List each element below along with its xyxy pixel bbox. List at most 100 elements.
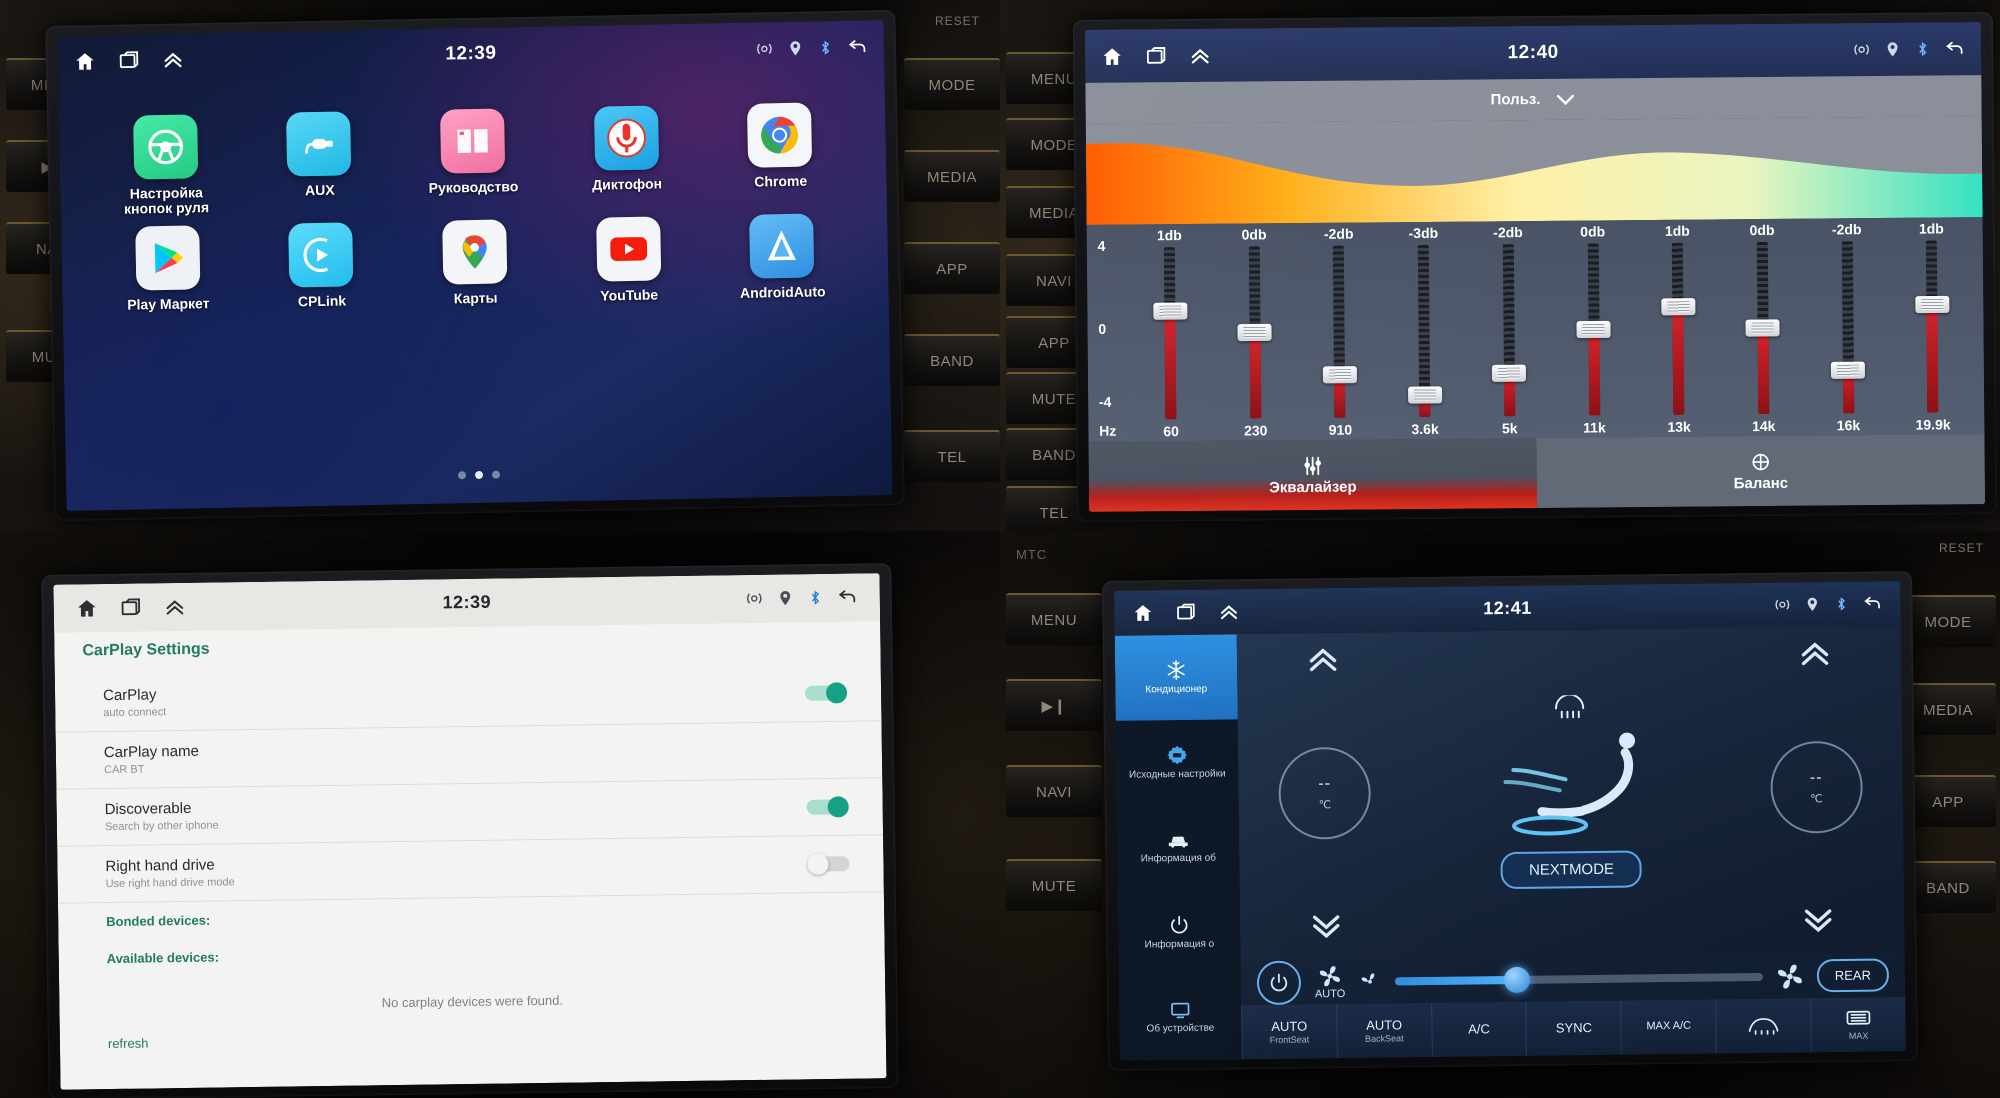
hw-button-mute[interactable]: MUTE: [1006, 859, 1102, 911]
eq-band-knob[interactable]: [1660, 298, 1696, 316]
recents-icon[interactable]: [1145, 45, 1167, 67]
chevron-up-icon[interactable]: [1189, 44, 1211, 66]
eq-band-60[interactable]: 1db 60: [1127, 224, 1214, 442]
wifi-radar-icon[interactable]: [1773, 596, 1791, 614]
page-dot-active[interactable]: [474, 471, 484, 480]
app-android-auto[interactable]: AndroidAuto: [705, 213, 860, 303]
eq-band-5k[interactable]: -2db 5k: [1466, 221, 1553, 439]
nextmode-button[interactable]: NEXTMODE: [1500, 850, 1643, 889]
hw-button-navi[interactable]: NAVI: [1006, 765, 1102, 817]
app-manual[interactable]: Руководство: [395, 107, 551, 212]
eq-band-track[interactable]: [1660, 242, 1696, 415]
side-item-initial-settings[interactable]: Исходные настройки: [1116, 719, 1239, 806]
back-icon[interactable]: [847, 36, 868, 57]
toggle-carplay[interactable]: [804, 682, 848, 704]
eq-band-knob[interactable]: [1914, 296, 1950, 314]
eq-band-track[interactable]: [1576, 243, 1611, 416]
button-auto-back[interactable]: AUTO BackSeat: [1335, 1002, 1432, 1059]
recents-icon[interactable]: [118, 50, 140, 72]
page-dot[interactable]: [457, 471, 467, 480]
side-item-air-conditioner[interactable]: Кондиционер: [1114, 633, 1238, 721]
side-item-device-info[interactable]: Об устройстве: [1119, 974, 1242, 1061]
chevron-up-icon[interactable]: [1305, 646, 1341, 672]
tab-equalizer[interactable]: Эквалайзер: [1088, 438, 1538, 512]
chevron-up-icon[interactable]: [1218, 601, 1239, 622]
back-icon[interactable]: [1944, 38, 1965, 59]
eq-band-knob[interactable]: [1152, 302, 1188, 321]
eq-band-knob[interactable]: [1745, 319, 1780, 337]
eq-band-track[interactable]: [1152, 246, 1188, 419]
eq-band-track[interactable]: [1237, 246, 1272, 419]
location-icon[interactable]: [777, 590, 794, 607]
fan-speed-slider[interactable]: [1395, 966, 1763, 993]
chevron-down-icon[interactable]: [1308, 914, 1344, 940]
button-max-ac[interactable]: MAX A/C: [1620, 999, 1717, 1055]
location-icon[interactable]: [787, 39, 804, 56]
setting-row-right-hand-drive[interactable]: Right hand drive Use right hand drive mo…: [57, 835, 884, 904]
hw-button-media[interactable]: MEDIA: [904, 150, 1000, 202]
button-ac[interactable]: A/C: [1430, 1001, 1527, 1057]
eq-band-track[interactable]: [1322, 245, 1357, 418]
toggle-discoverable[interactable]: [806, 796, 849, 818]
hw-button-app[interactable]: APP: [904, 242, 1000, 294]
app-recorder[interactable]: Диктофон: [549, 104, 705, 209]
app-maps[interactable]: Карты: [397, 219, 552, 309]
location-icon[interactable]: [1804, 597, 1820, 613]
home-icon[interactable]: [76, 597, 98, 619]
home-icon[interactable]: [1132, 602, 1153, 623]
button-rear-defrost[interactable]: MAX: [1810, 997, 1906, 1053]
eq-band-19.9k[interactable]: 1db 19.9k: [1889, 217, 1976, 435]
app-youtube[interactable]: YouTube: [551, 216, 706, 306]
hw-button-play-pause[interactable]: ▶❙: [1006, 679, 1102, 731]
recents-icon[interactable]: [1175, 602, 1196, 623]
hw-button-band[interactable]: BAND: [904, 334, 1000, 386]
airflow-seat-diagram[interactable]: NEXTMODE: [1403, 638, 1739, 946]
fan-auto-group[interactable]: AUTO: [1315, 964, 1345, 1000]
button-sync[interactable]: SYNC: [1525, 1000, 1622, 1056]
button-front-defrost[interactable]: [1715, 998, 1811, 1054]
eq-band-knob[interactable]: [1322, 365, 1357, 383]
page-dot[interactable]: [491, 470, 501, 479]
app-steering-settings[interactable]: Настройка кнопок руля: [88, 113, 244, 218]
app-chrome[interactable]: Chrome: [702, 101, 858, 206]
chevron-down-icon[interactable]: [1554, 91, 1576, 107]
eq-band-11k[interactable]: 0db 11k: [1550, 220, 1637, 438]
tab-balance[interactable]: Баланс: [1536, 434, 1986, 508]
recents-icon[interactable]: [120, 597, 142, 619]
eq-band-14k[interactable]: 0db 14k: [1720, 219, 1807, 437]
power-button[interactable]: [1256, 960, 1302, 1005]
eq-band-knob[interactable]: [1576, 320, 1611, 338]
hw-button-menu[interactable]: MENU: [1006, 593, 1102, 645]
chevron-up-icon[interactable]: [164, 596, 186, 618]
left-temp-dial[interactable]: -- ℃: [1278, 746, 1372, 840]
chevron-down-icon[interactable]: [1800, 908, 1836, 934]
eq-band-16k[interactable]: -2db 16k: [1804, 218, 1891, 436]
wifi-radar-icon[interactable]: [745, 589, 764, 608]
home-icon[interactable]: [1101, 45, 1123, 67]
eq-band-3.6k[interactable]: -3db 3.6k: [1381, 222, 1468, 440]
eq-band-track[interactable]: [1492, 243, 1527, 416]
eq-band-910[interactable]: -2db 910: [1296, 223, 1383, 441]
app-cplink[interactable]: CPLink: [244, 222, 399, 312]
eq-band-track[interactable]: [1914, 240, 1950, 413]
button-auto-front[interactable]: AUTO FrontSeat: [1241, 1004, 1337, 1060]
chevron-up-icon[interactable]: [1796, 640, 1832, 666]
bluetooth-icon[interactable]: [1914, 41, 1931, 58]
right-temp-dial[interactable]: -- ℃: [1769, 740, 1863, 834]
bluetooth-icon[interactable]: [817, 39, 834, 56]
eq-band-track[interactable]: [1830, 240, 1865, 413]
app-play-market[interactable]: Play Маркет: [90, 225, 245, 315]
hw-button-tel[interactable]: TEL: [904, 430, 1000, 482]
toggle-right-hand-drive[interactable]: [807, 853, 850, 875]
eq-band-knob[interactable]: [1407, 386, 1442, 404]
bluetooth-icon[interactable]: [1833, 596, 1849, 612]
location-icon[interactable]: [1884, 41, 1901, 58]
hw-button-mode[interactable]: MODE: [904, 58, 1000, 110]
eq-band-track[interactable]: [1407, 244, 1442, 417]
eq-band-230[interactable]: 0db 230: [1212, 223, 1299, 441]
eq-band-knob[interactable]: [1237, 323, 1272, 341]
eq-band-knob[interactable]: [1830, 361, 1865, 379]
fan-speed-knob[interactable]: [1503, 966, 1530, 993]
front-defrost-icon[interactable]: [1552, 694, 1586, 721]
app-aux[interactable]: AUX: [242, 110, 398, 215]
